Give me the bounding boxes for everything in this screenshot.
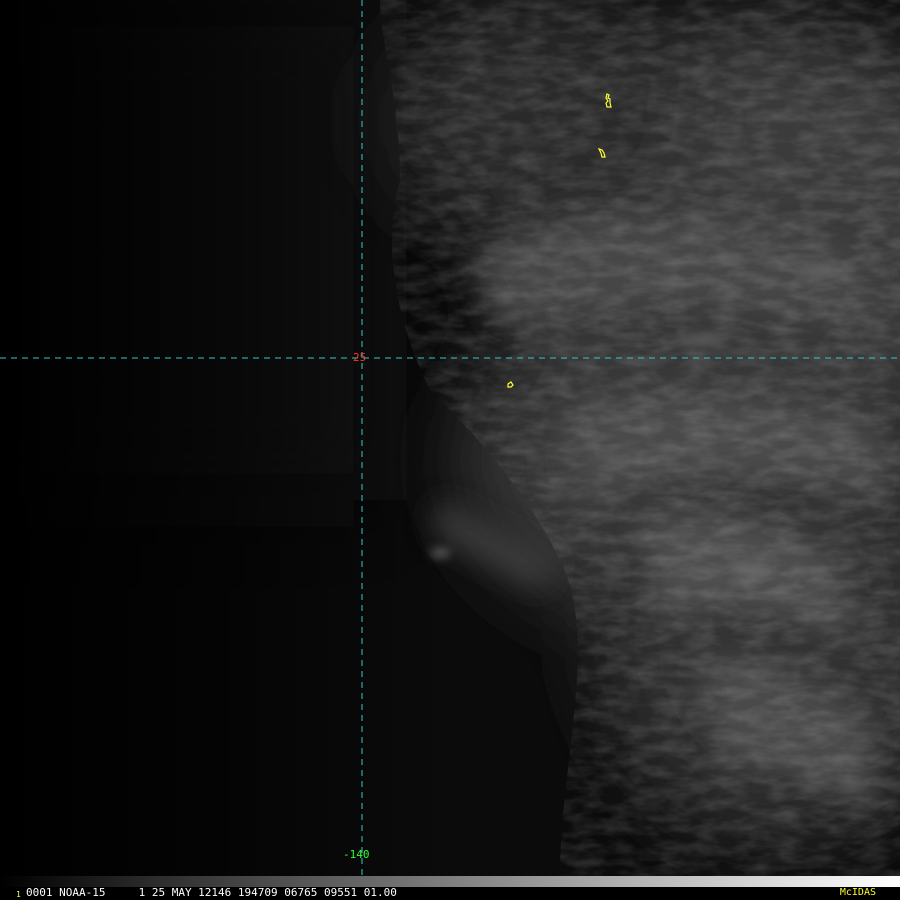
image-header: 0001 NOAA-15 1 25 MAY 12146 194709 06765…	[26, 886, 397, 899]
longitude-label: -140	[343, 848, 370, 861]
satellite-image: 25 -140	[0, 0, 900, 876]
frame-number: 1	[16, 890, 21, 899]
cloud-field	[0, 0, 900, 876]
island-outline-south	[507, 381, 514, 388]
island-outline-north	[605, 93, 612, 108]
island-outline-middle	[597, 147, 606, 158]
brand-label: McIDAS	[839, 887, 876, 898]
latitude-label: 25	[353, 351, 367, 364]
status-bar: 1 0001 NOAA-15 1 25 MAY 12146 194709 067…	[0, 876, 900, 900]
